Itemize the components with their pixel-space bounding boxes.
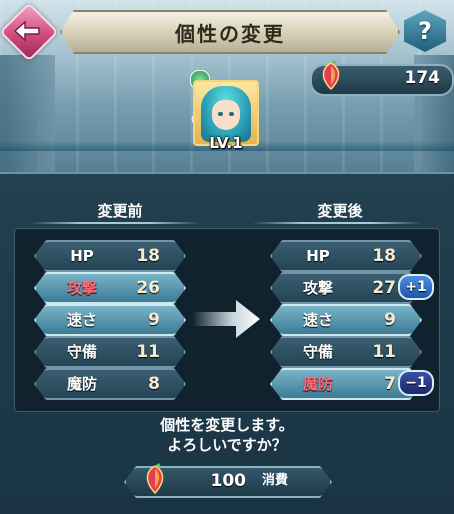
help-button[interactable]: ? xyxy=(400,8,450,54)
stat-name: 攻撃 xyxy=(66,279,97,297)
portrait-eye xyxy=(229,112,234,116)
stat-row-def-before: 守備 11 xyxy=(34,336,186,368)
stat-value: 26 xyxy=(136,278,160,298)
stat-row-res-before: 魔防 8 xyxy=(34,368,186,400)
stat-name: 守備 xyxy=(66,343,97,361)
stat-name: 速さ xyxy=(66,311,97,329)
cost-label: 消費 xyxy=(262,473,289,488)
stat-name: 速さ xyxy=(302,311,333,329)
stat-name: 魔防 xyxy=(66,375,97,393)
confirm-line-2: よろしいですか？ xyxy=(167,436,287,454)
stat-value: 7 xyxy=(384,374,396,394)
column-header-before: 変更前 xyxy=(97,202,143,220)
page-title: 個性の変更 xyxy=(175,21,285,46)
divider xyxy=(252,222,422,224)
stat-row-hp-after: HP 18 xyxy=(270,240,422,272)
right-arrow-icon xyxy=(192,300,260,338)
stat-row-spd-after: 速さ 9 xyxy=(270,304,422,336)
stat-row-spd-before: 速さ 9 xyxy=(34,304,186,336)
help-icon: ? xyxy=(404,10,446,52)
confirm-message: 個性を変更します。 よろしいですか？ xyxy=(0,415,454,455)
portrait-face xyxy=(212,100,240,130)
stat-row-def-after: 守備 11 xyxy=(270,336,422,368)
feather-gem-icon xyxy=(322,60,340,91)
help-label: ? xyxy=(418,17,432,45)
stat-value: 11 xyxy=(136,342,160,362)
background-pillar xyxy=(0,55,55,172)
stat-row-hp-before: HP 18 xyxy=(34,240,186,272)
unit-level: LV.1 xyxy=(209,134,243,152)
stat-row-atk-before: 攻撃 26 xyxy=(34,272,186,304)
back-arrow-icon xyxy=(13,20,40,42)
stat-value: 8 xyxy=(148,374,160,394)
divider xyxy=(30,222,200,224)
cost-amount: 100 xyxy=(210,471,247,491)
stat-value: 9 xyxy=(384,310,396,330)
stat-value: 9 xyxy=(148,310,160,330)
stat-value: 27 xyxy=(372,278,396,298)
column-header-after: 変更後 xyxy=(317,202,363,220)
portrait-eye xyxy=(218,112,223,116)
stat-decrease-badge: −1 xyxy=(398,370,434,396)
stat-value: 18 xyxy=(372,246,396,266)
title-plate: 個性の変更 xyxy=(60,10,400,54)
back-button[interactable] xyxy=(0,2,59,62)
stat-name: 魔防 xyxy=(302,375,333,393)
stat-value: 18 xyxy=(136,246,160,266)
stat-increase-badge: +1 xyxy=(398,274,434,300)
stat-name: 攻撃 xyxy=(302,279,333,297)
feather-gem-icon xyxy=(146,463,164,495)
stat-name: HP xyxy=(70,247,94,265)
feather-count: 174 xyxy=(404,68,441,88)
stat-name: 守備 xyxy=(302,343,333,361)
stat-value: 11 xyxy=(372,342,396,362)
confirm-line-1: 個性を変更します。 xyxy=(160,416,294,434)
stat-name: HP xyxy=(306,247,330,265)
